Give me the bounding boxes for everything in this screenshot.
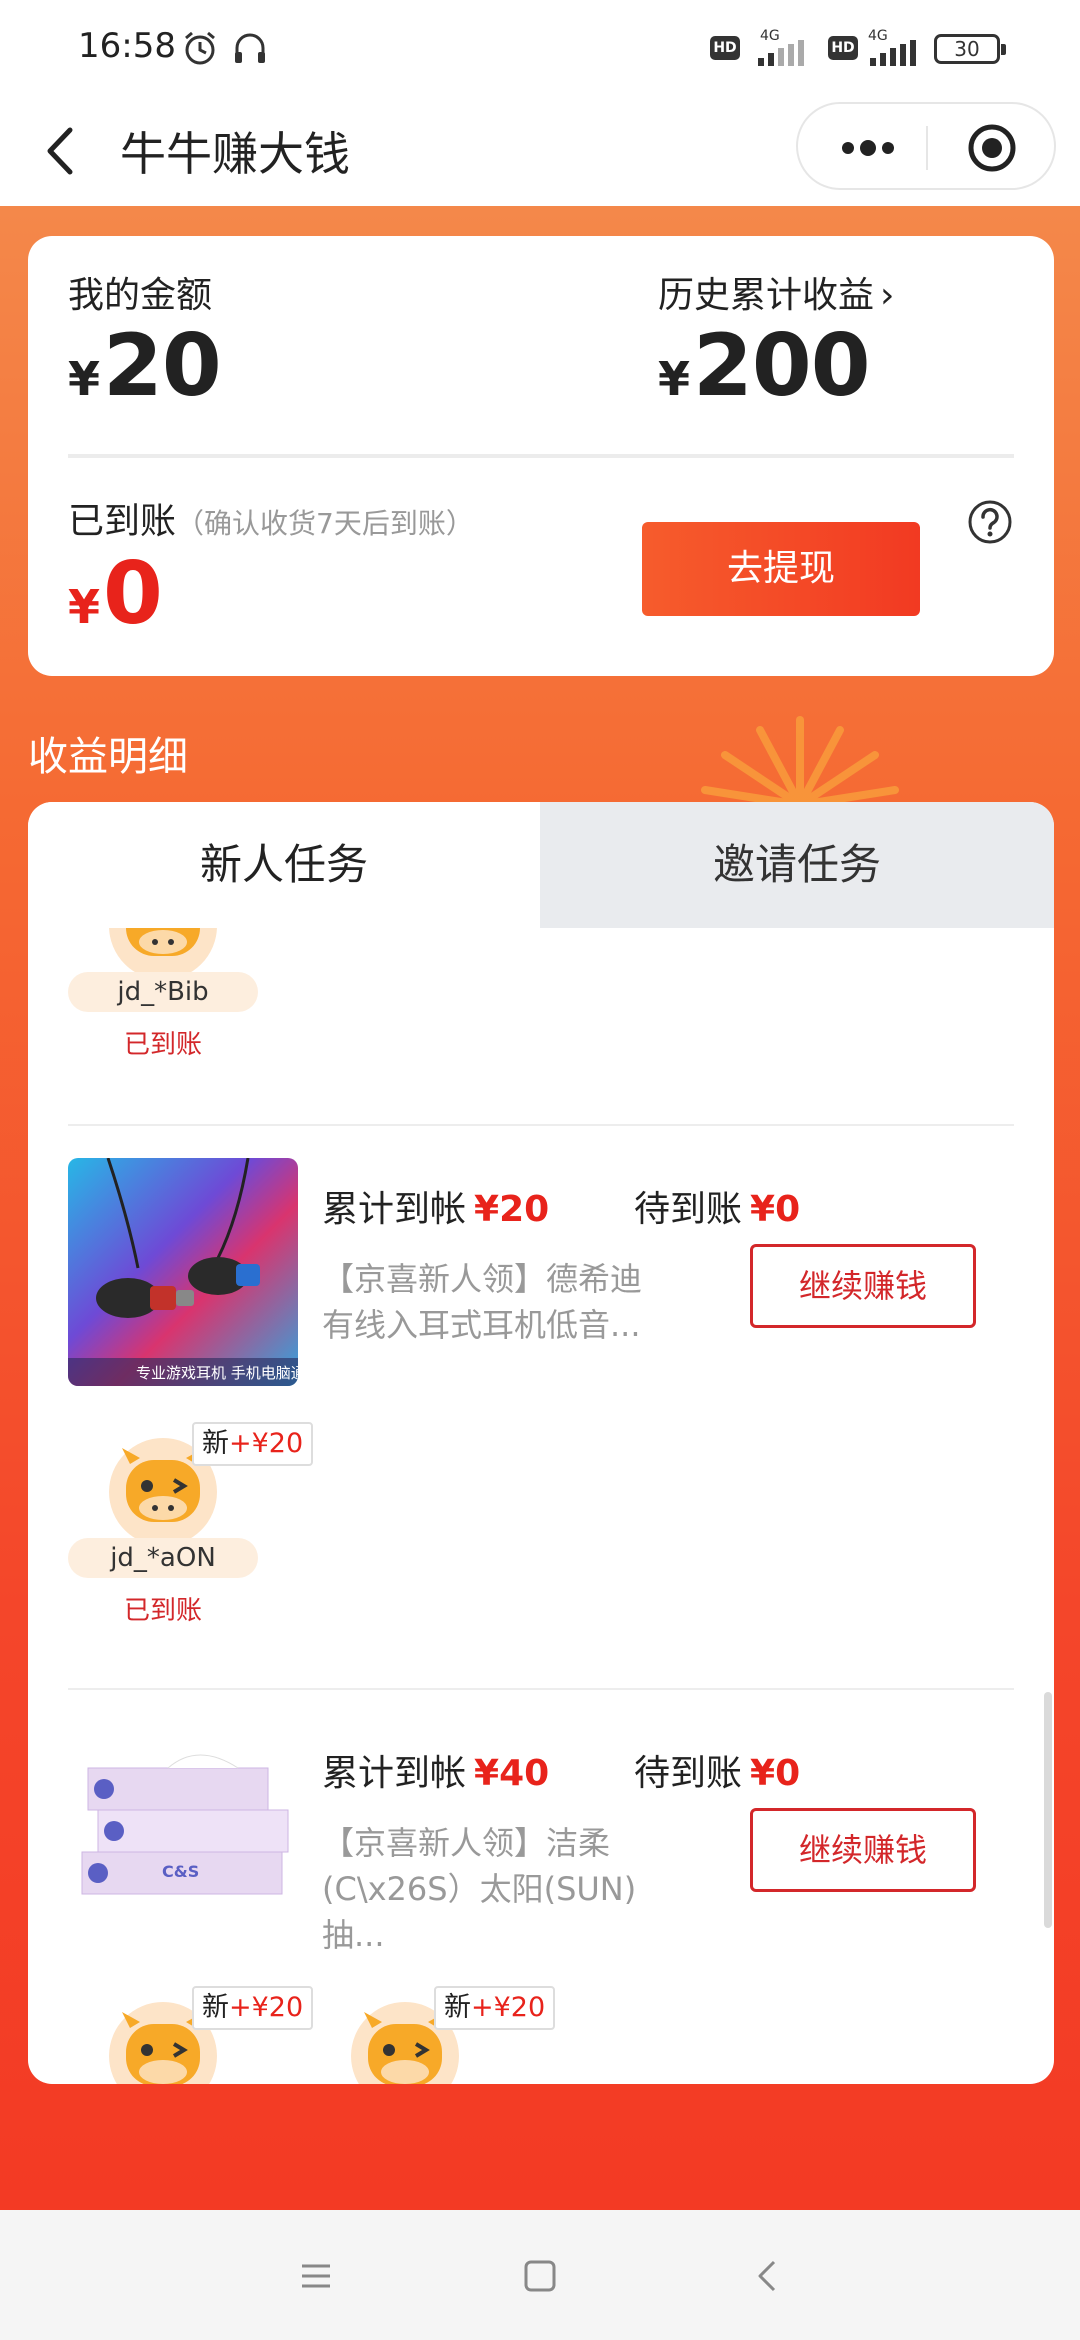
arrived-amount-value: ¥0 <box>68 544 163 644</box>
nav-bar: 牛牛赚大钱 <box>0 96 1080 206</box>
invited-user: 新+¥20 <box>310 1986 556 2084</box>
fireworks-decoration <box>701 716 899 809</box>
invited-user: 新+¥20 jd_*aON 已到账 <box>68 1422 314 1626</box>
hd-icon: HD <box>828 36 858 60</box>
signal-icon <box>758 40 804 66</box>
status-bar: 16:58 HD 4G HD 4G 30 <box>0 0 1080 96</box>
reward-tag: 新+¥20 <box>192 1422 314 1466</box>
reward-tag-value: +¥20 <box>471 1992 546 2023</box>
pending-label: 待到账 <box>634 1753 743 1794</box>
reward-tag: 新+¥20 <box>434 1986 556 2030</box>
arrived-label-row: 已到账（确认收货7天后到账） <box>68 492 474 544</box>
tab-new-user-tasks[interactable]: 新人任务 <box>28 802 540 928</box>
my-amount-number: 20 <box>103 316 222 416</box>
back-triangle-icon[interactable] <box>744 2252 792 2300</box>
system-navigation-bar <box>0 2210 1080 2340</box>
capsule-divider <box>926 126 928 170</box>
history-amount-value: ¥200 <box>658 316 871 416</box>
currency-symbol: ¥ <box>658 352 690 406</box>
page-title: 牛牛赚大钱 <box>120 127 350 181</box>
home-square-icon[interactable] <box>516 2252 564 2300</box>
reward-tag-value: +¥20 <box>229 1428 304 1459</box>
product-image-brand: C&S <box>162 1862 200 1881</box>
reward-tag-prefix: 新 <box>202 1992 229 2023</box>
card-divider <box>68 454 1014 458</box>
continue-earning-button[interactable]: 继续赚钱 <box>750 1244 976 1328</box>
chevron-left-icon[interactable] <box>34 116 94 186</box>
hd-icon: HD <box>710 36 740 60</box>
status-time: 16:58 <box>78 26 176 66</box>
history-amount-number: 200 <box>693 316 871 416</box>
signal-icon <box>870 40 916 66</box>
pending-earnings: 待到账 ¥0 <box>634 1744 800 1796</box>
earphones-icon <box>68 1158 298 1386</box>
user-name: jd_*aON <box>68 1538 258 1578</box>
earnings-detail-card: 新人任务 邀请任务 jd_*Bib 已到账 专业游戏耳机 手机电脑 累计到帐 ¥… <box>28 802 1054 2084</box>
scrollbar[interactable] <box>1044 1692 1052 1928</box>
pending-value: ¥0 <box>750 1753 801 1794</box>
continue-earning-button[interactable]: 继续赚钱 <box>750 1808 976 1892</box>
tissue-box-icon <box>81 1754 289 1895</box>
product-image-tissues[interactable]: C&S <box>68 1722 298 1950</box>
product-title[interactable]: 【京喜新人领】德希迪有线入耳式耳机低音... <box>322 1256 662 1348</box>
alarm-icon <box>185 31 215 65</box>
product-title[interactable]: 【京喜新人领】洁柔(C\x26S）太阳(SUN)抽... <box>322 1820 662 1958</box>
row-divider <box>68 1124 1014 1126</box>
question-circle-icon[interactable] <box>966 498 1014 546</box>
cumulative-earnings: 累计到帐 ¥20 <box>322 1180 549 1232</box>
user-status: 已到账 <box>123 1030 202 1060</box>
invited-user: 新+¥20 <box>68 1986 314 2084</box>
product-image-caption: 专业游戏耳机 手机电脑通用 <box>136 1364 298 1382</box>
pending-label: 待到账 <box>634 1189 743 1230</box>
target-icon[interactable] <box>958 118 1026 178</box>
user-name: jd_*Bib <box>68 972 258 1012</box>
pending-earnings: 待到账 ¥0 <box>634 1180 800 1232</box>
cumulative-label: 累计到帐 <box>322 1189 467 1230</box>
reward-tag-prefix: 新 <box>202 1428 229 1459</box>
reward-tag: 新+¥20 <box>192 1986 314 2030</box>
currency-symbol: ¥ <box>68 580 100 634</box>
menu-icon[interactable] <box>292 2252 340 2300</box>
my-amount-value: ¥20 <box>68 316 222 416</box>
cumulative-label: 累计到帐 <box>322 1753 467 1794</box>
mini-program-capsule <box>796 102 1056 190</box>
invited-user: jd_*Bib 已到账 <box>68 928 258 1060</box>
arrived-label: 已到账 <box>68 501 177 542</box>
section-title: 收益明细 <box>28 734 188 780</box>
cumulative-value: ¥40 <box>474 1753 550 1794</box>
user-status: 已到账 <box>123 1596 202 1626</box>
product-image-earphones[interactable]: 专业游戏耳机 手机电脑通用 <box>68 1158 298 1386</box>
cumulative-value: ¥20 <box>474 1189 550 1230</box>
battery-icon: 30 <box>934 34 1006 64</box>
reward-tag-value: +¥20 <box>229 1992 304 2023</box>
history-earnings-link[interactable]: 历史累计收益 › <box>658 266 894 318</box>
my-amount-label: 我的金额 <box>68 275 213 316</box>
reward-tag-prefix: 新 <box>444 1992 471 2023</box>
headset-icon <box>235 33 265 63</box>
pending-value: ¥0 <box>750 1189 801 1230</box>
currency-symbol: ¥ <box>68 352 100 406</box>
more-dots-icon[interactable] <box>818 118 914 178</box>
tab-invite-tasks[interactable]: 邀请任务 <box>540 802 1054 928</box>
balance-card: 我的金额 ¥20 历史累计收益 › ¥200 已到账（确认收货7天后到账） ¥0 … <box>28 236 1054 676</box>
withdraw-button[interactable]: 去提现 <box>642 522 920 616</box>
arrived-amount-number: 0 <box>103 544 163 644</box>
arrived-hint: （确认收货7天后到账） <box>176 507 474 540</box>
row-divider <box>68 1688 1014 1690</box>
chevron-right-icon: › <box>880 275 895 316</box>
earnings-list[interactable]: jd_*Bib 已到账 专业游戏耳机 手机电脑通用 累计到帐¥20 待到账¥0 <box>28 928 1054 2084</box>
cumulative-earnings: 累计到帐 ¥40 <box>322 1744 549 1796</box>
history-earnings-label: 历史累计收益 <box>658 275 875 316</box>
